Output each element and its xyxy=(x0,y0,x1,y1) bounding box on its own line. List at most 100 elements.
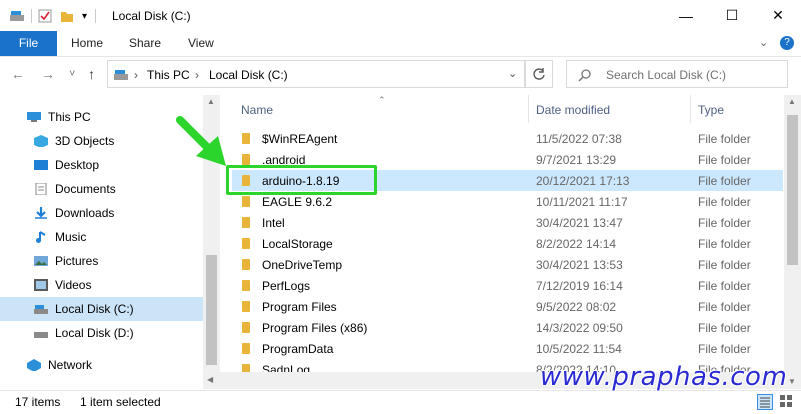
column-type[interactable]: Type xyxy=(698,103,724,117)
scrollbar-thumb[interactable] xyxy=(787,115,798,265)
folder-icon xyxy=(242,133,250,144)
folder-icon xyxy=(242,196,250,207)
forward-button[interactable]: → xyxy=(41,66,55,82)
sidebar-item-network[interactable]: Network xyxy=(0,353,203,377)
selection-count: 1 item selected xyxy=(80,395,161,409)
large-icons-view-button[interactable] xyxy=(779,394,795,410)
breadcrumb-separator-icon[interactable]: › xyxy=(134,68,138,82)
sidebar-item-desktop[interactable]: Desktop xyxy=(0,153,203,177)
sidebar-item-label: Pictures xyxy=(55,254,99,268)
sidebar-item-downloads[interactable]: Downloads xyxy=(0,201,203,225)
documents-icon xyxy=(35,183,47,195)
pc-icon xyxy=(27,112,41,122)
separator xyxy=(95,9,97,23)
folder-icon xyxy=(242,280,250,291)
tab-share[interactable]: Share xyxy=(129,31,161,56)
new-folder-icon[interactable] xyxy=(60,9,74,23)
file-row[interactable]: Program Files (x86) 14/3/2022 09:50 File f… xyxy=(232,317,783,338)
file-row[interactable]: $WinREAgent 11/5/2022 07:38 File folder xyxy=(232,128,783,149)
details-view-button[interactable] xyxy=(757,394,773,410)
address-bar[interactable]: › This PC › Local Disk (C:) ⌄ xyxy=(107,60,525,88)
search-input[interactable]: Search Local Disk (C:) xyxy=(606,68,726,82)
file-date: 11/5/2022 07:38 xyxy=(536,132,622,146)
file-row[interactable]: PerfLogs 7/12/2019 16:14 File folder xyxy=(232,275,783,296)
tab-file[interactable]: File xyxy=(0,31,57,56)
breadcrumb-local-disk-c[interactable]: Local Disk (C:) xyxy=(209,68,288,82)
file-name: $WinREAgent xyxy=(262,132,338,146)
file-row[interactable]: ProgramData 10/5/2022 11:54 File folder xyxy=(232,338,783,359)
videos-icon xyxy=(34,279,48,291)
watermark-text: www.praphas.com xyxy=(540,362,788,392)
file-name: EAGLE 9.6.2 xyxy=(262,195,333,209)
scroll-down-icon[interactable]: ▼ xyxy=(788,377,796,386)
search-box[interactable]: Search Local Disk (C:) xyxy=(566,60,788,88)
download-icon xyxy=(35,207,47,219)
back-button[interactable]: ← xyxy=(11,66,25,82)
sidebar-item-label: 3D Objects xyxy=(55,134,115,148)
sidebar-item-label: Local Disk (C:) xyxy=(55,302,134,316)
file-type: File folder xyxy=(698,279,751,293)
drive-icon xyxy=(114,70,128,80)
sidebar-item-music[interactable]: Music xyxy=(0,225,203,249)
separator xyxy=(31,9,32,23)
music-icon xyxy=(36,231,46,243)
scroll-up-icon[interactable]: ▲ xyxy=(788,97,796,106)
customize-toolbar-icon[interactable]: ▾ xyxy=(82,11,87,22)
sidebar-item-label: Network xyxy=(48,358,93,372)
navigation-pane: This PC 3D Objects Desktop Documents Dow… xyxy=(0,95,203,389)
file-name: Program Files (x86) xyxy=(262,321,368,335)
file-name: OneDriveTemp xyxy=(262,258,343,272)
scroll-up-icon[interactable]: ▲ xyxy=(207,97,215,106)
quick-access-toolbar: ▾ xyxy=(9,8,104,24)
title-bar: ▾ Local Disk (C:) — ☐ ✕ xyxy=(0,0,801,31)
sidebar-item-videos[interactable]: Videos xyxy=(0,273,203,297)
up-button[interactable]: ↑ xyxy=(88,66,95,82)
help-icon[interactable]: ? xyxy=(780,36,794,50)
sidebar-item-local-disk-d[interactable]: Local Disk (D:) xyxy=(0,321,203,345)
folder-icon xyxy=(242,259,250,270)
sidebar-item-local-disk-c[interactable]: Local Disk (C:) xyxy=(0,297,203,321)
folder-icon xyxy=(242,343,250,354)
file-date: 8/2/2022 14:14 xyxy=(536,237,617,251)
refresh-button[interactable] xyxy=(525,60,553,88)
column-divider[interactable] xyxy=(690,95,691,123)
file-date: 30/4/2021 13:47 xyxy=(536,216,623,230)
folder-icon xyxy=(242,217,250,228)
file-row[interactable]: OneDriveTemp 30/4/2021 13:53 File folder xyxy=(232,254,783,275)
pictures-icon xyxy=(34,256,48,266)
file-list-vertical-scrollbar[interactable]: ▲ ▼ xyxy=(784,95,801,389)
column-divider[interactable] xyxy=(528,95,529,123)
minimize-button[interactable]: — xyxy=(663,0,709,31)
file-type: File folder xyxy=(698,258,751,272)
column-name[interactable]: Name xyxy=(241,103,273,117)
address-dropdown-icon[interactable]: ⌄ xyxy=(508,67,517,80)
tab-view[interactable]: View xyxy=(188,31,214,56)
drive-icon xyxy=(34,305,48,314)
sidebar-item-this-pc[interactable]: This PC xyxy=(0,105,203,129)
file-name: SadnLog xyxy=(262,363,311,372)
file-type: File folder xyxy=(698,216,751,230)
sidebar-item-pictures[interactable]: Pictures xyxy=(0,249,203,273)
maximize-button[interactable]: ☐ xyxy=(709,0,755,31)
scrollbar-thumb[interactable] xyxy=(206,255,217,365)
folder-icon xyxy=(242,301,250,312)
close-button[interactable]: ✕ xyxy=(755,0,801,31)
expand-ribbon-icon[interactable]: ⌄ xyxy=(759,31,768,56)
search-icon xyxy=(578,69,591,82)
breadcrumb-separator-icon[interactable]: › xyxy=(195,68,199,82)
annotation-highlight-box xyxy=(226,165,377,195)
sidebar-item-label: This PC xyxy=(48,110,91,124)
file-row[interactable]: Program Files 9/5/2022 08:02 File folder xyxy=(232,296,783,317)
properties-icon[interactable] xyxy=(38,9,52,23)
sidebar-item-documents[interactable]: Documents xyxy=(0,177,203,201)
file-row[interactable]: Intel 30/4/2021 13:47 File folder xyxy=(232,212,783,233)
file-row[interactable]: LocalStorage 8/2/2022 14:14 File folder xyxy=(232,233,783,254)
tab-home[interactable]: Home xyxy=(71,31,103,56)
breadcrumb-this-pc[interactable]: This PC xyxy=(147,68,190,82)
sidebar-item-3d-objects[interactable]: 3D Objects xyxy=(0,129,203,153)
recent-locations-button[interactable]: ˅ xyxy=(69,68,75,80)
column-date-modified[interactable]: Date modified xyxy=(536,103,610,117)
folder-icon xyxy=(242,364,250,372)
scroll-left-icon[interactable]: ◀ xyxy=(207,375,213,384)
file-date: 10/11/2021 11:17 xyxy=(536,195,628,209)
